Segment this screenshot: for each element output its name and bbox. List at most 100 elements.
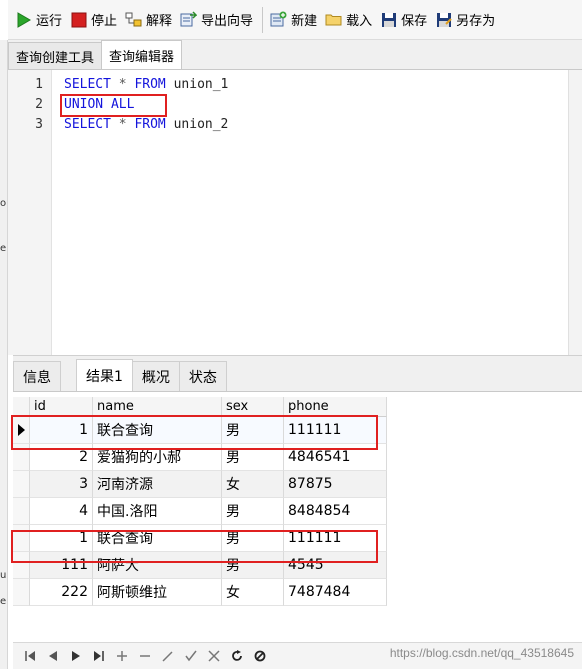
cell-id[interactable]: 3 <box>30 471 93 498</box>
explain-icon <box>125 11 142 28</box>
export-wizard-button[interactable]: 导出向导 <box>177 5 258 35</box>
sql-keyword: SELECT <box>64 77 111 92</box>
left-pane-char: u <box>0 570 7 581</box>
row-indicator <box>13 579 30 606</box>
sql-identifier: union_2 <box>165 117 229 132</box>
refresh-icon[interactable] <box>228 647 246 665</box>
tab-label: 查询编辑器 <box>109 49 175 65</box>
highlight-box <box>11 415 378 450</box>
editor-tab-bar: 查询创建工具 查询编辑器 <box>8 40 582 70</box>
stop-button[interactable]: 停止 <box>67 5 122 35</box>
save-icon <box>380 11 397 28</box>
run-label: 运行 <box>36 14 63 29</box>
prev-record-icon[interactable] <box>44 647 62 665</box>
sql-keyword: FROM <box>134 77 166 92</box>
column-header-phone[interactable]: phone <box>284 397 387 417</box>
apply-icon[interactable] <box>182 647 200 665</box>
highlight-box <box>11 530 378 563</box>
stop-icon[interactable] <box>251 647 269 665</box>
load-label: 载入 <box>346 14 373 29</box>
tab-query-editor[interactable]: 查询编辑器 <box>101 40 183 69</box>
toolbar-separator <box>262 6 264 33</box>
add-record-icon[interactable] <box>113 647 131 665</box>
cell-name[interactable]: 河南济源 <box>93 471 222 498</box>
result-tab-bar: 信息 结果1 概况 状态 <box>13 355 582 392</box>
cell-phone[interactable]: 87875 <box>284 471 387 498</box>
cell-id[interactable]: 4 <box>30 498 93 525</box>
code-line[interactable]: SELECT * FROM union_1 <box>64 77 228 92</box>
table-row[interactable]: 4 中国.洛阳 男 8484854 <box>13 498 387 525</box>
sql-keyword: FROM <box>134 117 166 132</box>
tab-result1[interactable]: 结果1 <box>76 359 133 391</box>
cell-sex[interactable]: 男 <box>222 498 284 525</box>
line-number: 3 <box>35 117 43 132</box>
column-header-name[interactable]: name <box>93 397 222 417</box>
result-grid-area: id name sex phone 1 联合查询 男 111111 2 爱猫狗的… <box>11 392 582 642</box>
sql-operator: * <box>110 77 135 92</box>
left-pane-char: e <box>0 243 7 254</box>
cell-phone[interactable]: 7487484 <box>284 579 387 606</box>
column-header-id[interactable]: id <box>30 397 93 417</box>
row-indicator <box>13 471 30 498</box>
cell-id[interactable]: 222 <box>30 579 93 606</box>
tab-label: 概况 <box>141 369 170 386</box>
delete-record-icon[interactable] <box>136 647 154 665</box>
save-button[interactable]: 保存 <box>377 5 432 35</box>
folder-icon <box>325 11 342 28</box>
code-line[interactable]: SELECT * FROM union_2 <box>64 117 228 132</box>
tab-label: 结果1 <box>86 368 123 385</box>
left-pane-char: e <box>0 596 7 607</box>
row-indicator <box>13 498 30 525</box>
cancel-icon[interactable] <box>205 647 223 665</box>
tab-label: 状态 <box>188 369 217 386</box>
tab-label: 查询创建工具 <box>16 50 95 66</box>
highlight-box <box>60 94 167 117</box>
load-button[interactable]: 载入 <box>322 5 377 35</box>
editor-scrollbar[interactable] <box>568 70 582 355</box>
tab-profile[interactable]: 概况 <box>131 361 180 391</box>
line-number: 1 <box>35 77 43 92</box>
table-row[interactable]: 222 阿斯顿维拉 女 7487484 <box>13 579 387 606</box>
last-record-icon[interactable] <box>90 647 108 665</box>
run-icon <box>15 11 32 28</box>
cell-sex[interactable]: 女 <box>222 579 284 606</box>
cell-name[interactable]: 阿斯顿维拉 <box>93 579 222 606</box>
edit-record-icon[interactable] <box>159 647 177 665</box>
left-pane-char: o <box>0 198 7 209</box>
next-record-icon[interactable] <box>67 647 85 665</box>
tab-query-builder[interactable]: 查询创建工具 <box>8 42 103 69</box>
stop-label: 停止 <box>91 14 118 29</box>
save-label: 保存 <box>401 14 428 29</box>
cell-sex[interactable]: 女 <box>222 471 284 498</box>
cell-phone[interactable]: 8484854 <box>284 498 387 525</box>
save-as-icon <box>435 11 452 28</box>
first-record-icon[interactable] <box>21 647 39 665</box>
explain-label: 解释 <box>146 14 173 29</box>
tab-label: 信息 <box>23 369 51 386</box>
left-pane-edge: o e u e <box>0 40 8 669</box>
export-icon <box>180 11 198 28</box>
export-wizard-label: 导出向导 <box>201 14 254 29</box>
save-as-button[interactable]: 另存为 <box>432 5 500 35</box>
run-button[interactable]: 运行 <box>12 5 67 35</box>
sql-identifier: union_1 <box>165 77 229 92</box>
row-indicator-header <box>13 397 30 417</box>
column-header-sex[interactable]: sex <box>222 397 284 417</box>
sql-operator: * <box>110 117 135 132</box>
new-query-icon <box>270 11 287 28</box>
line-number-gutter: 1 2 3 <box>8 70 52 355</box>
tab-message[interactable]: 信息 <box>13 361 61 391</box>
sql-editor[interactable]: 1 2 3 SELECT * FROM union_1 UNION ALL SE… <box>8 70 582 355</box>
new-button[interactable]: 新建 <box>267 5 322 35</box>
cell-name[interactable]: 中国.洛阳 <box>93 498 222 525</box>
save-as-label: 另存为 <box>456 14 496 29</box>
stop-icon <box>70 11 87 28</box>
line-number: 2 <box>35 97 43 112</box>
toolbar: 运行 停止 解释 导出向导 新建 载入 保存 另存为 <box>8 0 582 40</box>
table-row[interactable]: 3 河南济源 女 87875 <box>13 471 387 498</box>
new-label: 新建 <box>291 14 318 29</box>
tab-status[interactable]: 状态 <box>178 361 227 391</box>
explain-button[interactable]: 解释 <box>122 5 177 35</box>
sql-keyword: SELECT <box>64 117 111 132</box>
watermark: https://blog.csdn.net/qq_43518645 <box>389 646 574 660</box>
